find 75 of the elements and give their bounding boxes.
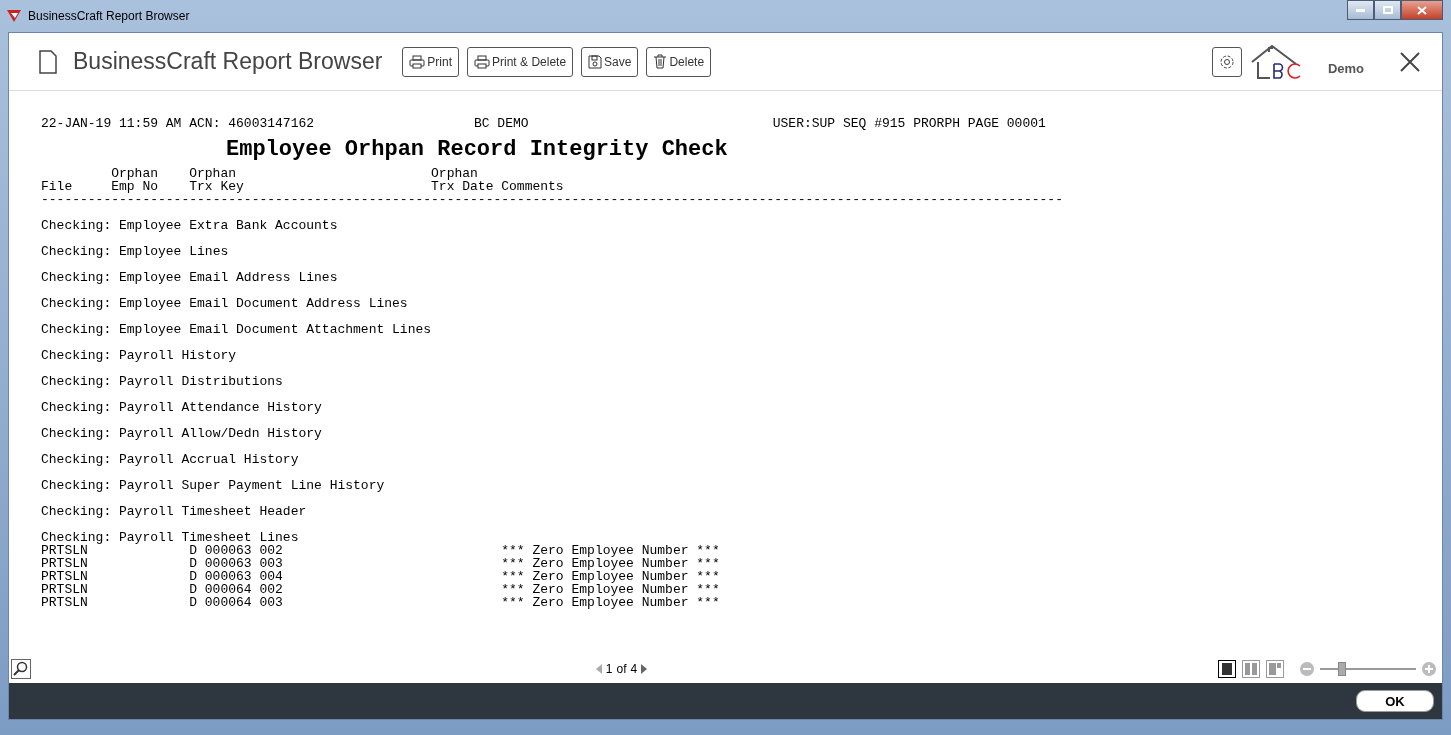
maximize-icon xyxy=(1382,6,1393,14)
table-cell-text: D 000063 002 xyxy=(189,544,284,557)
page-layout-icon xyxy=(1268,662,1282,676)
printer-icon xyxy=(474,54,491,69)
table-cell-text: D 000063 004 xyxy=(189,570,284,583)
report-line: Checking: Employee Email Document Attachment Lines xyxy=(41,323,432,336)
maximize-button[interactable] xyxy=(1374,0,1401,20)
search-icon xyxy=(13,661,29,677)
report-line: Checking: Employee Extra Bank Accounts xyxy=(41,219,338,232)
table-cell-text: D 000064 002 xyxy=(189,583,284,596)
report-line: Checking: Payroll Attendance History xyxy=(41,401,322,414)
report-line: Checking: Payroll Timesheet Lines xyxy=(41,531,299,544)
report-line: Checking: Employee Email Address Lines xyxy=(41,271,338,284)
brand-label: Demo xyxy=(1327,61,1364,76)
table-cell: *** Zero Employee Number *** xyxy=(501,570,720,583)
report-line: Checking: Payroll Super Payment Line History xyxy=(41,479,385,492)
table-cell-text: PRTSLN xyxy=(41,570,89,583)
view-mode-button[interactable] xyxy=(1218,660,1236,678)
report-line: Checking: Payroll Accrual History xyxy=(41,453,299,466)
minimize-icon xyxy=(1356,8,1365,12)
close-button[interactable] xyxy=(1400,51,1420,72)
toolbar-button[interactable]: Print xyxy=(402,46,460,77)
table-cell-text: PRTSLN xyxy=(41,596,89,609)
rule-line: ----------------------------------------------------------------------------------------------------------------------------------- xyxy=(41,193,1063,206)
report-meta: 22-JAN-19 11:59 AM ACN: 46003147162 xyxy=(41,117,316,130)
report-line: Checking: Employee Email Document Address Lines xyxy=(41,297,408,310)
toolbar-button[interactable]: Print & Delete xyxy=(467,46,574,77)
table-cell-text: D 000064 003 xyxy=(189,596,284,609)
table-cell: *** Zero Employee Number *** xyxy=(501,596,720,609)
close-icon xyxy=(1417,5,1427,15)
column-header: Trx Date Comments xyxy=(431,179,564,194)
settings-icon xyxy=(1218,53,1235,70)
report-line: Checking: Payroll Allow/Dedn History xyxy=(41,427,322,440)
page-total: 4 xyxy=(630,662,638,676)
report-line: Checking: Payroll History xyxy=(41,349,237,362)
report-line: Checking: Employee Lines xyxy=(41,245,229,258)
close-icon xyxy=(1400,51,1420,72)
report-line: Checking: Payroll Timesheet Header xyxy=(41,505,307,518)
column-header: Trx Key xyxy=(189,179,244,194)
table-cell-text: PRTSLN xyxy=(41,557,89,570)
table-cell: *** Zero Employee Number *** xyxy=(501,557,720,570)
ok-button[interactable]: OK xyxy=(1356,690,1434,712)
right-triangle-icon xyxy=(641,664,648,674)
report-meta: BC DEMO xyxy=(473,117,530,130)
page-label: of xyxy=(616,662,627,676)
minimize-button[interactable] xyxy=(1347,0,1374,20)
page-number: 1 xyxy=(605,662,613,676)
column-header: File xyxy=(41,179,73,194)
toolbar-button[interactable]: Delete xyxy=(646,46,712,77)
app-logo-icon xyxy=(6,9,22,23)
app-title: BusinessCraft Report Browser xyxy=(73,48,383,75)
report-line: Checking: Payroll Distributions xyxy=(41,375,283,388)
column-header: Orphan xyxy=(431,166,478,181)
report-title: Employee Orhpan Record Integrity Check xyxy=(226,137,729,163)
table-cell-text: D 000063 003 xyxy=(189,557,284,570)
next-page-button[interactable] xyxy=(641,664,648,674)
report-meta: USER:SUP SEQ #915 PRORPH PAGE 00001 xyxy=(772,117,1046,130)
two-page-icon xyxy=(1244,662,1258,676)
column-header: Orphan xyxy=(189,166,236,181)
table-cell: *** Zero Employee Number *** xyxy=(501,583,720,596)
column-header: Orphan xyxy=(111,166,158,181)
left-triangle-icon xyxy=(595,664,602,674)
settings-button[interactable] xyxy=(1211,46,1242,77)
window-title: BusinessCraft Report Browser xyxy=(28,9,190,23)
toolbar-button[interactable]: Save xyxy=(581,46,639,77)
table-cell-text: PRTSLN xyxy=(41,583,89,596)
printer-icon xyxy=(409,54,426,69)
single-page-icon xyxy=(1220,662,1234,676)
document-icon xyxy=(39,49,57,74)
close-button[interactable] xyxy=(1401,0,1443,20)
column-header: Emp No xyxy=(111,179,158,194)
table-cell-text: PRTSLN xyxy=(41,544,88,557)
trash-icon xyxy=(653,54,668,69)
search-button[interactable] xyxy=(11,659,31,679)
table-cell: *** Zero Employee Number *** xyxy=(501,544,720,557)
